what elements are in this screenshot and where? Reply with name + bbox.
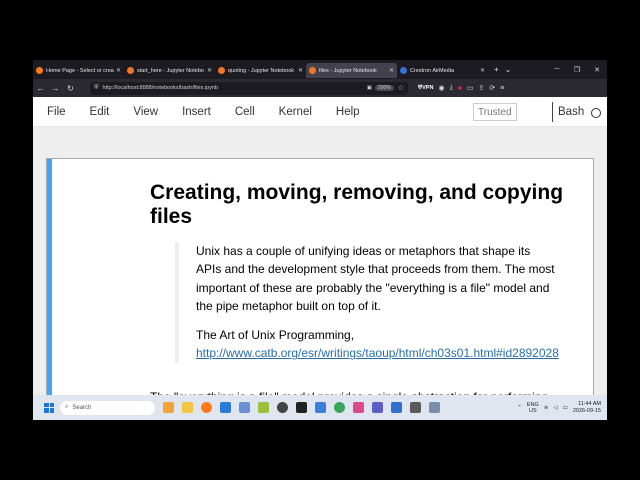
quote-source: The Art of Unix Programming, http://www.… <box>196 326 559 363</box>
app-icon[interactable] <box>410 402 421 413</box>
file-explorer-icon[interactable] <box>182 402 193 413</box>
crestron-icon <box>400 67 407 74</box>
source-prefix: The Art of Unix Programming, <box>196 328 355 343</box>
close-icon[interactable]: ✕ <box>480 67 485 74</box>
bookmark-star-icon[interactable]: ☆ <box>398 84 404 92</box>
app-icon[interactable] <box>277 402 288 413</box>
tab-files[interactable]: files - Jupyter Notebook ✕ <box>306 63 397 78</box>
menu-help[interactable]: Help <box>336 106 360 118</box>
search-placeholder: Search <box>72 404 92 411</box>
zoom-level[interactable]: 200% <box>374 85 394 91</box>
tab-home-page[interactable]: Home Page - Select or crea ✕ <box>33 63 124 78</box>
close-icon[interactable]: ✕ <box>389 67 394 74</box>
wifi-icon[interactable]: ≋ <box>544 405 549 411</box>
toolbar-strip <box>33 127 607 145</box>
menu-insert[interactable]: Insert <box>182 106 211 118</box>
taskbar-search[interactable]: ⌕ Search <box>60 400 155 415</box>
close-window-icon[interactable]: ✕ <box>587 66 607 74</box>
vpn-label: VPN <box>422 84 434 91</box>
browser-window: Home Page - Select or crea ✕ start_here … <box>33 60 607 420</box>
windows-taskbar: ⌕ Search ⌃ ENG US ≋ ◁ ▭ 11:44 AM 2026-09-1… <box>33 395 607 420</box>
cell-heading: Creating, moving, removing, and copying … <box>150 181 564 228</box>
screen-share-icon[interactable]: ▣ <box>367 85 372 91</box>
time: 11:44 AM <box>578 400 601 407</box>
reload-icon[interactable]: ↻ <box>63 84 78 93</box>
system-tray: ⌃ ENG US ≋ ◁ ▭ 11:44 AM 2026-09-15 <box>517 401 607 415</box>
minimize-icon[interactable]: ─ <box>547 66 567 74</box>
date: 2026-09-15 <box>572 407 601 414</box>
maximize-icon[interactable]: ❐ <box>567 66 587 74</box>
vpn-button[interactable]: ⛨VPN <box>418 85 433 92</box>
cell-selection-bar <box>47 159 52 419</box>
firefox-taskbar-icon[interactable] <box>201 402 212 413</box>
menu-file[interactable]: File <box>47 106 66 118</box>
battery-icon[interactable]: ▭ <box>563 405 568 411</box>
tab-quoting[interactable]: quoting - Jupyter Notebook ✕ <box>215 63 306 78</box>
tab-label: files - Jupyter Notebook <box>319 67 377 74</box>
app-icon[interactable] <box>258 402 269 413</box>
clock[interactable]: 11:44 AM 2026-09-15 <box>573 401 601 415</box>
forward-icon[interactable]: → <box>48 84 63 93</box>
tab-crestron[interactable]: Crestron AirMedia ✕ <box>397 63 488 78</box>
sync-icon[interactable]: ⟳ <box>489 84 495 92</box>
firefox-icon <box>36 67 43 74</box>
language-indicator[interactable]: ENG US <box>527 402 539 414</box>
tab-label: Home Page - Select or crea <box>46 67 114 74</box>
teams-icon[interactable] <box>372 402 383 413</box>
menu-icon[interactable]: ≡ <box>500 85 504 92</box>
app-icon[interactable] <box>429 402 440 413</box>
downloads-icon[interactable]: ⤓ <box>450 84 453 92</box>
app-icon[interactable] <box>353 402 364 413</box>
terminal-icon[interactable] <box>296 402 307 413</box>
app-icon[interactable] <box>239 402 250 413</box>
tab-label: quoting - Jupyter Notebook <box>228 67 295 74</box>
tab-label: start_here - Jupyter Notebo <box>137 67 204 74</box>
url-bar[interactable]: ⛨ http://localhost:8888/notebooks/bash/f… <box>90 81 408 95</box>
kernel-name: Bash <box>552 102 584 122</box>
search-icon: ⌕ <box>65 404 69 410</box>
tab-start-here[interactable]: start_here - Jupyter Notebo ✕ <box>124 63 215 78</box>
share-icon[interactable]: ⇪ <box>479 84 485 92</box>
weather-icon[interactable] <box>163 402 174 413</box>
toolbar-extensions: ⛨VPN ◉ ⤓ ● ▭ ⇪ ⟳ ≡ <box>418 84 504 92</box>
chevron-up-icon[interactable]: ⌃ <box>517 405 522 411</box>
trusted-badge[interactable]: Trusted <box>473 103 517 121</box>
menu-view[interactable]: View <box>133 106 158 118</box>
back-icon[interactable]: ← <box>33 84 48 93</box>
menu-cell[interactable]: Cell <box>235 106 255 118</box>
vscode-icon[interactable] <box>220 402 231 413</box>
region-code: US <box>529 407 537 414</box>
account-icon[interactable]: ◉ <box>438 84 444 92</box>
tab-list-button[interactable]: ⌄ <box>505 65 512 74</box>
shield-icon: ⛨ <box>94 84 99 91</box>
volume-icon[interactable]: ◁ <box>553 405 557 411</box>
kernel-status-icon <box>591 108 601 118</box>
extension-icon[interactable]: ● <box>458 85 462 92</box>
jupyter-icon <box>218 67 225 74</box>
menu-kernel[interactable]: Kernel <box>279 106 312 118</box>
app-icon[interactable] <box>391 402 402 413</box>
navigation-bar: ← → ↻ ⛨ http://localhost:8888/notebooks/… <box>33 79 607 97</box>
tab-label: Crestron AirMedia <box>410 67 455 74</box>
jupyter-menubar: File Edit View Insert Cell Kernel Help T… <box>33 97 607 127</box>
jupyter-icon <box>309 67 316 74</box>
jupyter-icon <box>127 67 134 74</box>
close-icon[interactable]: ✕ <box>207 67 212 74</box>
source-link[interactable]: http://www.catb.org/esr/writings/taoup/h… <box>196 346 559 360</box>
windows-start-icon[interactable] <box>44 402 54 413</box>
quote-text: Unix has a couple of unifying ideas or m… <box>196 244 555 313</box>
blockquote: Unix has a couple of unifying ideas or m… <box>175 242 559 363</box>
chrome-icon[interactable] <box>334 402 345 413</box>
app-icon[interactable] <box>315 402 326 413</box>
tab-strip: Home Page - Select or crea ✕ start_here … <box>33 60 607 79</box>
close-icon[interactable]: ✕ <box>116 67 121 74</box>
url-text[interactable]: http://localhost:8888/notebooks/bash/fil… <box>103 85 367 91</box>
window-controls: ─ ❐ ✕ <box>547 66 607 74</box>
new-tab-button[interactable]: + <box>494 65 499 74</box>
markdown-cell[interactable]: Creating, moving, removing, and copying … <box>46 158 594 419</box>
notebook-area: Creating, moving, removing, and copying … <box>33 145 607 419</box>
menu-edit[interactable]: Edit <box>90 106 110 118</box>
close-icon[interactable]: ✕ <box>298 67 303 74</box>
sidebar-icon[interactable]: ▭ <box>467 84 474 92</box>
